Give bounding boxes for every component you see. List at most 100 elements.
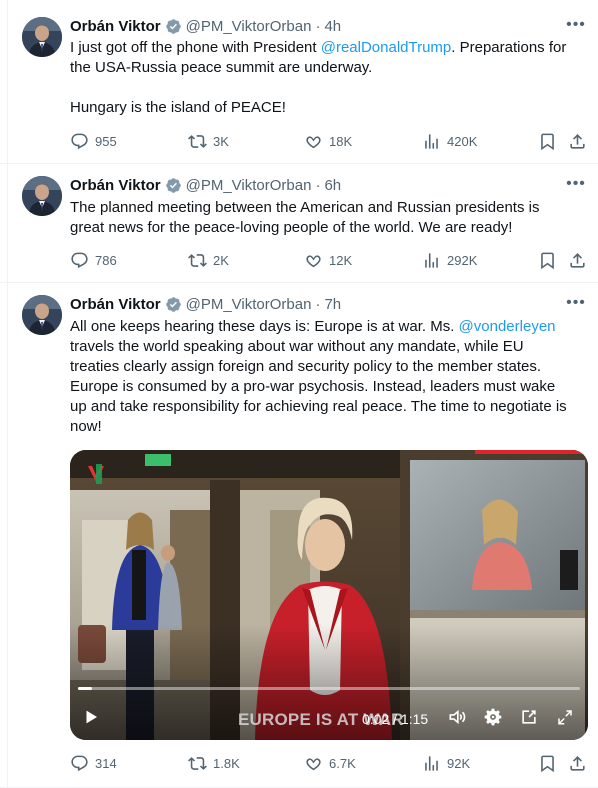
author-name[interactable]: Orbán Viktor bbox=[70, 177, 161, 194]
avatar-image bbox=[22, 295, 62, 335]
tweet-1[interactable]: Orbán Viktor @PM_ViktorOrban · 4h ••• I … bbox=[0, 0, 598, 164]
more-icon[interactable]: ••• bbox=[564, 292, 588, 314]
repost-button[interactable]: 2K bbox=[188, 250, 229, 270]
separator-dot: · bbox=[315, 17, 321, 35]
share-icon bbox=[570, 755, 585, 771]
bookmark-button[interactable] bbox=[538, 250, 557, 270]
separator-dot: · bbox=[315, 295, 321, 313]
author-name[interactable]: Orbán Viktor bbox=[70, 296, 161, 313]
reply-button[interactable]: 786 bbox=[70, 250, 117, 270]
like-count: 18K bbox=[329, 133, 353, 149]
bookmark-icon bbox=[541, 755, 554, 772]
avatar[interactable] bbox=[22, 17, 62, 57]
like-button[interactable]: 12K bbox=[304, 250, 352, 270]
like-button[interactable]: 6.7K bbox=[304, 753, 356, 773]
repost-button[interactable]: 1.8K bbox=[188, 753, 240, 773]
like-button[interactable]: 18K bbox=[304, 131, 352, 151]
repost-icon bbox=[188, 756, 207, 770]
thread-rule bbox=[0, 0, 8, 163]
share-button[interactable] bbox=[568, 131, 587, 151]
play-icon[interactable] bbox=[80, 706, 102, 728]
action-bar: 955 3K 18K 420K bbox=[70, 131, 590, 151]
repost-icon bbox=[188, 134, 207, 148]
text-line: The planned meeting between the American… bbox=[70, 199, 540, 216]
share-button[interactable] bbox=[568, 250, 587, 270]
text-line: great news for the peace-loving people o… bbox=[70, 219, 513, 236]
text-line: up and take responsibility for achieving… bbox=[70, 398, 567, 415]
reply-icon bbox=[71, 755, 88, 771]
bookmark-icon bbox=[541, 133, 554, 150]
reply-count: 314 bbox=[95, 755, 117, 771]
verified-badge-icon[interactable] bbox=[165, 177, 182, 194]
reply-icon bbox=[71, 133, 88, 149]
timestamp[interactable]: 4h bbox=[324, 18, 341, 35]
repost-count: 1.8K bbox=[213, 755, 240, 771]
mention-link[interactable]: @vonderleyen bbox=[459, 318, 556, 335]
avatar[interactable] bbox=[22, 295, 62, 335]
text-line bbox=[70, 78, 590, 98]
repost-button[interactable]: 3K bbox=[188, 131, 229, 151]
share-icon bbox=[570, 133, 585, 149]
more-icon[interactable]: ••• bbox=[564, 173, 588, 195]
repost-count: 3K bbox=[213, 133, 229, 149]
volume-icon[interactable] bbox=[446, 706, 468, 728]
author-name[interactable]: Orbán Viktor bbox=[70, 18, 161, 35]
like-count: 12K bbox=[329, 252, 353, 268]
verified-badge-icon[interactable] bbox=[165, 18, 182, 35]
reply-icon bbox=[71, 252, 88, 268]
tweet-2[interactable]: Orbán Viktor @PM_ViktorOrban · 6h ••• Th… bbox=[0, 164, 598, 283]
fullscreen-icon[interactable] bbox=[554, 706, 576, 728]
video-progress-fill bbox=[78, 687, 92, 690]
timestamp[interactable]: 7h bbox=[324, 296, 341, 313]
settings-icon[interactable] bbox=[482, 706, 504, 728]
view-count: 92K bbox=[447, 755, 471, 771]
video-controls: EUROPE IS AT WAR 0:02 / 1:15 bbox=[70, 684, 588, 740]
text-line: I just got off the phone with President … bbox=[70, 39, 567, 56]
repost-icon bbox=[188, 253, 207, 267]
views-button[interactable]: 420K bbox=[422, 131, 477, 151]
like-icon bbox=[306, 254, 321, 267]
avatar-image bbox=[22, 17, 62, 57]
tweet-header: Orbán Viktor @PM_ViktorOrban · 4h ••• bbox=[70, 16, 588, 36]
like-icon bbox=[306, 135, 321, 148]
views-icon bbox=[425, 133, 438, 149]
like-count: 6.7K bbox=[329, 755, 356, 771]
text-line: the USA-Russia peace summit are underway… bbox=[70, 59, 373, 76]
reply-count: 786 bbox=[95, 252, 117, 268]
repost-count: 2K bbox=[213, 252, 229, 268]
bookmark-button[interactable] bbox=[538, 131, 557, 151]
bookmark-button[interactable] bbox=[538, 753, 557, 773]
separator-dot: · bbox=[315, 176, 321, 194]
like-icon bbox=[306, 757, 321, 770]
timestamp[interactable]: 6h bbox=[324, 177, 341, 194]
view-count: 420K bbox=[447, 133, 478, 149]
text-line: now! bbox=[70, 418, 102, 435]
share-icon bbox=[570, 252, 585, 268]
views-button[interactable]: 292K bbox=[422, 250, 477, 270]
author-handle[interactable]: @PM_ViktorOrban bbox=[186, 296, 312, 313]
mention-link[interactable]: @realDonaldTrump bbox=[321, 39, 452, 56]
author-handle[interactable]: @PM_ViktorOrban bbox=[186, 18, 312, 35]
video-player[interactable]: EUROPE IS AT WAR 0:02 / 1:15 bbox=[70, 450, 588, 740]
reply-button[interactable]: 955 bbox=[70, 131, 117, 151]
action-bar: 786 2K 12K 292K bbox=[70, 250, 590, 270]
more-icon[interactable]: ••• bbox=[564, 14, 588, 36]
text-line: Hungary is the island of PEACE! bbox=[70, 99, 286, 116]
tweet-header: Orbán Viktor @PM_ViktorOrban · 7h ••• bbox=[70, 294, 588, 314]
views-icon bbox=[425, 252, 438, 268]
verified-badge-icon[interactable] bbox=[165, 296, 182, 313]
reply-button[interactable]: 314 bbox=[70, 753, 117, 773]
avatar-image bbox=[22, 176, 62, 216]
video-time: 0:02 / 1:15 bbox=[362, 711, 429, 727]
share-button[interactable] bbox=[568, 753, 587, 773]
pip-icon[interactable] bbox=[518, 706, 540, 728]
views-button[interactable]: 92K bbox=[422, 753, 470, 773]
tweet-header: Orbán Viktor @PM_ViktorOrban · 6h ••• bbox=[70, 175, 588, 195]
author-handle[interactable]: @PM_ViktorOrban bbox=[186, 177, 312, 194]
action-bar: 314 1.8K 6.7K 92K bbox=[70, 753, 590, 773]
thread-rule bbox=[0, 164, 8, 282]
video-progress-bar[interactable] bbox=[78, 687, 580, 690]
views-icon bbox=[425, 755, 438, 771]
avatar[interactable] bbox=[22, 176, 62, 216]
bookmark-icon bbox=[541, 252, 554, 269]
